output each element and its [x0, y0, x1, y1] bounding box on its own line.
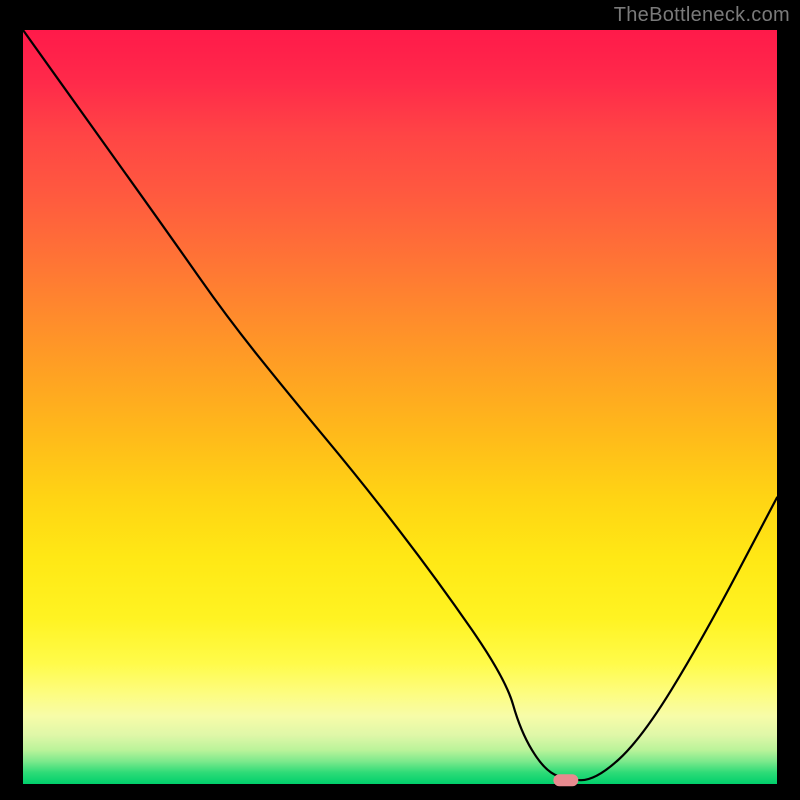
plot-area	[23, 30, 777, 784]
chart-frame: TheBottleneck.com	[0, 0, 800, 800]
optimum-marker	[553, 774, 578, 786]
curve-layer	[23, 30, 777, 784]
watermark-text: TheBottleneck.com	[614, 4, 790, 27]
bottleneck-curve	[23, 30, 777, 780]
